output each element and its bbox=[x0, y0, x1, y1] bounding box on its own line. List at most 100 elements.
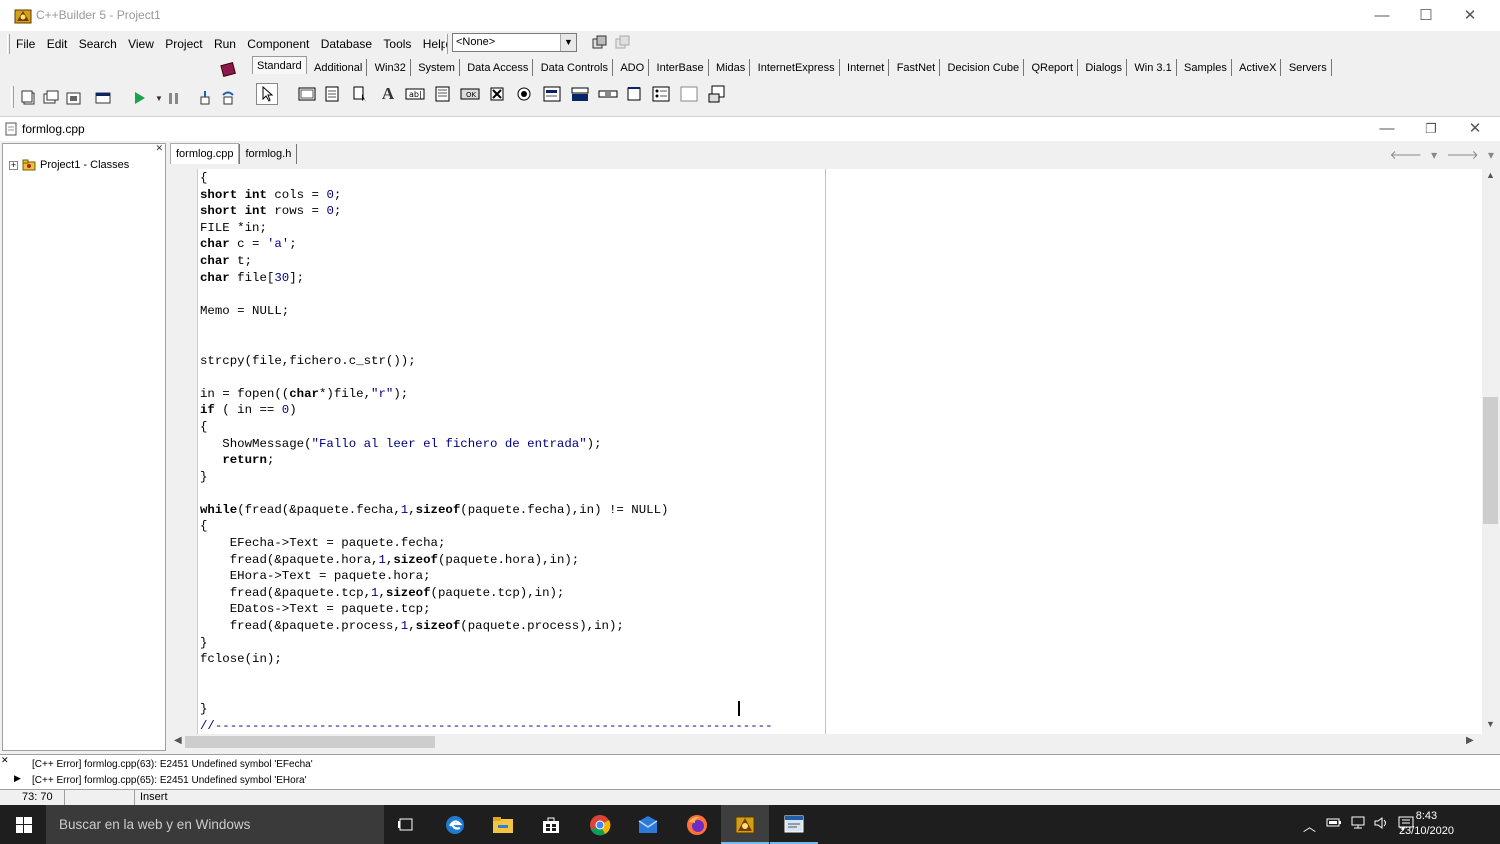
checkbox-component-icon[interactable] bbox=[486, 83, 508, 105]
code-line[interactable]: ShowMessage("Fallo al leer el fichero de… bbox=[200, 436, 773, 453]
code-line[interactable] bbox=[200, 369, 773, 386]
message-view-close-icon[interactable]: ✕ bbox=[1, 755, 9, 766]
scroll-down-icon[interactable]: ▼ bbox=[1486, 719, 1495, 729]
button-component-icon[interactable]: OK bbox=[459, 83, 481, 105]
code-line[interactable]: short int rows = 0; bbox=[200, 203, 773, 220]
palette-tab-activex[interactable]: ActiveX bbox=[1235, 59, 1282, 76]
mainmenu-component-icon[interactable] bbox=[322, 83, 344, 105]
menu-edit[interactable]: Edit bbox=[43, 34, 72, 54]
firefox-icon[interactable] bbox=[673, 805, 721, 844]
code-line[interactable]: fread(&paquete.hora,1,sizeof(paquete.hor… bbox=[200, 552, 773, 569]
code-line[interactable]: { bbox=[200, 518, 773, 535]
message-line[interactable]: [C++ Error] formlog.cpp(63): E2451 Undef… bbox=[32, 759, 313, 770]
save-all-icon[interactable] bbox=[63, 87, 85, 109]
desktop-save-icon[interactable] bbox=[588, 32, 610, 54]
toolbar-grip[interactable] bbox=[445, 34, 448, 54]
editor-minimize-button[interactable]: — bbox=[1364, 113, 1410, 144]
component-palette-icon[interactable] bbox=[217, 58, 239, 80]
radiobutton-component-icon[interactable] bbox=[513, 83, 535, 105]
menu-run[interactable]: Run bbox=[210, 34, 240, 54]
task-view-icon[interactable] bbox=[382, 805, 430, 844]
code-line[interactable]: return; bbox=[200, 452, 773, 469]
code-line[interactable]: FILE *in; bbox=[200, 220, 773, 237]
menu-component[interactable]: Component bbox=[243, 34, 313, 54]
taskbar-search[interactable]: Buscar en la web y en Windows bbox=[46, 805, 384, 844]
code-line[interactable] bbox=[200, 319, 773, 336]
tab-formlog-h[interactable]: formlog.h bbox=[239, 144, 298, 164]
scrollbar-component-icon[interactable] bbox=[597, 83, 619, 105]
new-icon[interactable] bbox=[18, 87, 40, 109]
pointer-tool-icon[interactable] bbox=[256, 83, 278, 105]
step-over-icon[interactable] bbox=[217, 87, 239, 109]
code-line[interactable]: short int cols = 0; bbox=[200, 187, 773, 204]
run-icon[interactable] bbox=[128, 87, 150, 109]
scroll-up-icon[interactable]: ▲ bbox=[1486, 170, 1495, 180]
frame-component-icon[interactable] bbox=[296, 83, 318, 105]
store-icon[interactable] bbox=[527, 805, 575, 844]
trace-into-icon[interactable] bbox=[194, 87, 216, 109]
volume-icon[interactable] bbox=[1373, 816, 1389, 833]
listbox-component-icon[interactable] bbox=[541, 83, 563, 105]
maximize-button[interactable]: ☐ bbox=[1403, 0, 1449, 31]
code-line[interactable]: if ( in == 0) bbox=[200, 402, 773, 419]
palette-tab-win32[interactable]: Win32 bbox=[371, 59, 411, 76]
menu-search[interactable]: Search bbox=[75, 34, 121, 54]
tray-chevron-up-icon[interactable]: ︿ bbox=[1303, 816, 1316, 835]
code-line[interactable]: char c = 'a'; bbox=[200, 236, 773, 253]
code-line[interactable]: { bbox=[200, 419, 773, 436]
palette-tab-win31[interactable]: Win 3.1 bbox=[1130, 59, 1177, 76]
code-line[interactable]: while(fread(&paquete.fecha,1,sizeof(paqu… bbox=[200, 502, 773, 519]
edge-browser-icon[interactable] bbox=[431, 805, 479, 844]
code-line[interactable] bbox=[200, 286, 773, 303]
forward-arrow-icon[interactable]: 🡒 ▾ bbox=[1446, 148, 1494, 162]
code-line[interactable]: } bbox=[200, 635, 773, 652]
class-tree-root[interactable]: + Project1 - Classes bbox=[9, 159, 129, 171]
menubar-grip[interactable] bbox=[7, 34, 10, 54]
palette-tab-data-controls[interactable]: Data Controls bbox=[537, 59, 613, 76]
code-line[interactable]: Memo = NULL; bbox=[200, 303, 773, 320]
code-line[interactable]: char t; bbox=[200, 253, 773, 270]
menu-tools[interactable]: Tools bbox=[379, 34, 415, 54]
code-line[interactable]: fread(&paquete.process,1,sizeof(paquete.… bbox=[200, 618, 773, 635]
set-debug-desktop-icon[interactable] bbox=[611, 32, 633, 54]
menu-database[interactable]: Database bbox=[317, 34, 376, 54]
panel-component-icon[interactable] bbox=[678, 83, 700, 105]
editor-gutter[interactable] bbox=[170, 169, 198, 734]
palette-tab-dialogs[interactable]: Dialogs bbox=[1081, 59, 1128, 76]
file-explorer-icon[interactable] bbox=[479, 805, 527, 844]
palette-tab-midas[interactable]: Midas bbox=[712, 59, 751, 76]
code-line[interactable]: EDatos->Text = paquete.tcp; bbox=[200, 601, 773, 618]
vertical-scroll-thumb[interactable] bbox=[1483, 397, 1498, 524]
network-icon[interactable] bbox=[1350, 816, 1366, 833]
mail-app-icon[interactable] bbox=[624, 805, 672, 844]
tab-formlog-cpp[interactable]: formlog.cpp bbox=[170, 143, 240, 164]
message-line[interactable]: [C++ Error] formlog.cpp(65): E2451 Undef… bbox=[32, 775, 307, 786]
palette-tab-data-access[interactable]: Data Access bbox=[463, 59, 534, 76]
radiogroup-component-icon[interactable] bbox=[650, 83, 672, 105]
close-button[interactable]: ✕ bbox=[1447, 0, 1493, 31]
scroll-right-icon[interactable]: ▶ bbox=[1466, 735, 1474, 746]
palette-tab-internetexpress[interactable]: InternetExpress bbox=[754, 59, 840, 76]
speedbar-grip[interactable] bbox=[11, 86, 14, 108]
open-icon[interactable] bbox=[40, 87, 62, 109]
menu-project[interactable]: Project bbox=[161, 34, 206, 54]
notifications-icon[interactable] bbox=[1398, 816, 1414, 833]
scroll-left-icon[interactable]: ◀ bbox=[174, 735, 182, 746]
palette-tab-decision-cube[interactable]: Decision Cube bbox=[944, 59, 1025, 76]
groupbox-component-icon[interactable] bbox=[623, 83, 645, 105]
code-line[interactable]: fread(&paquete.tcp,1,sizeof(paquete.tcp)… bbox=[200, 585, 773, 602]
memo-component-icon[interactable] bbox=[432, 83, 454, 105]
start-button[interactable] bbox=[0, 805, 48, 844]
combobox-component-icon[interactable] bbox=[569, 83, 591, 105]
palette-tab-standard[interactable]: Standard bbox=[252, 56, 307, 74]
editor-close-button[interactable]: ✕ bbox=[1452, 113, 1498, 144]
code-line[interactable]: fclose(in); bbox=[200, 651, 773, 668]
chrome-icon[interactable] bbox=[576, 805, 624, 844]
code-line[interactable]: //--------------------------------------… bbox=[200, 718, 773, 735]
tree-expand-icon[interactable]: + bbox=[9, 160, 18, 170]
palette-tab-qreport[interactable]: QReport bbox=[1027, 59, 1079, 76]
code-line[interactable] bbox=[200, 485, 773, 502]
chevron-down-icon[interactable]: ▼ bbox=[560, 34, 576, 51]
palette-tab-fastnet[interactable]: FastNet bbox=[893, 59, 941, 76]
code-line[interactable] bbox=[200, 336, 773, 353]
